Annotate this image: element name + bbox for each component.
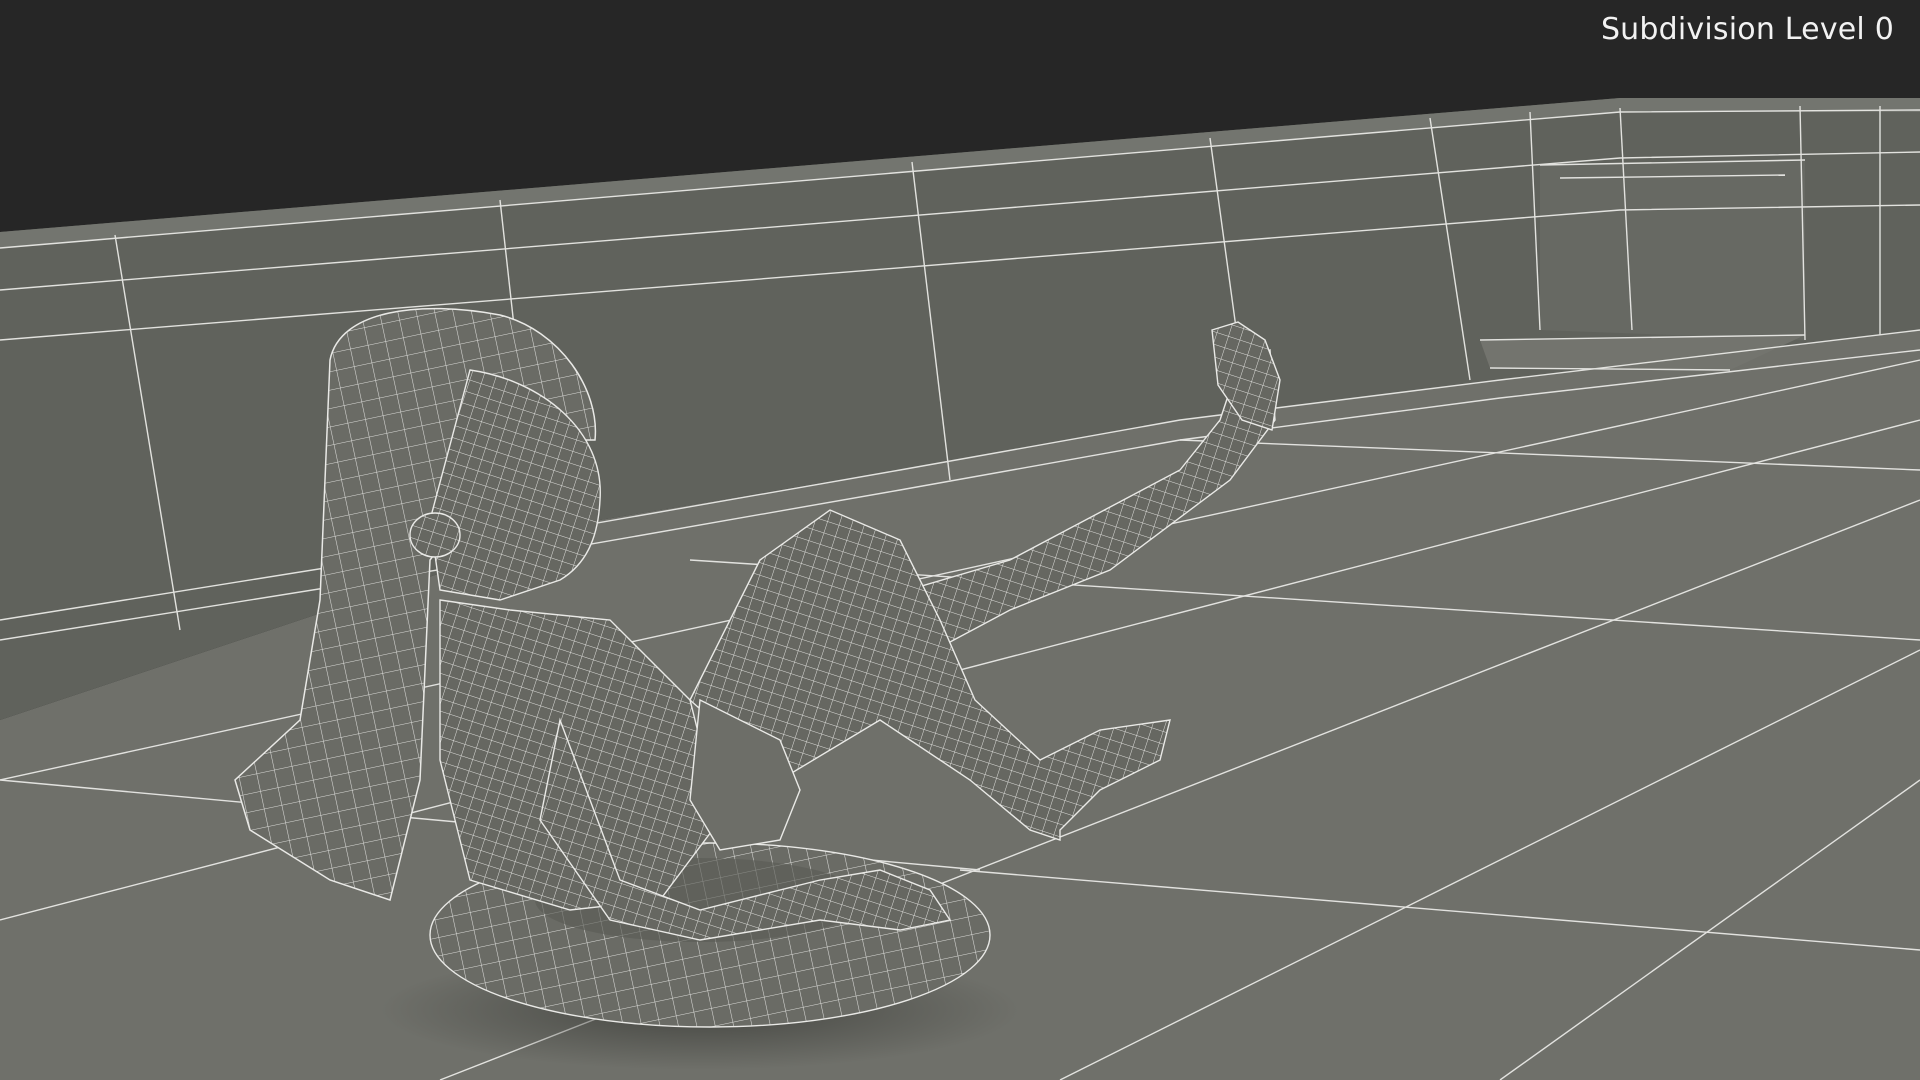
subdivision-level-label: Subdivision Level 0 bbox=[1600, 12, 1894, 47]
wireframe-scene[interactable] bbox=[0, 0, 1920, 1080]
step-block bbox=[1540, 160, 1805, 340]
character-ear bbox=[409, 512, 461, 558]
3d-viewport[interactable]: Subdivision Level 0 bbox=[0, 0, 1920, 1080]
